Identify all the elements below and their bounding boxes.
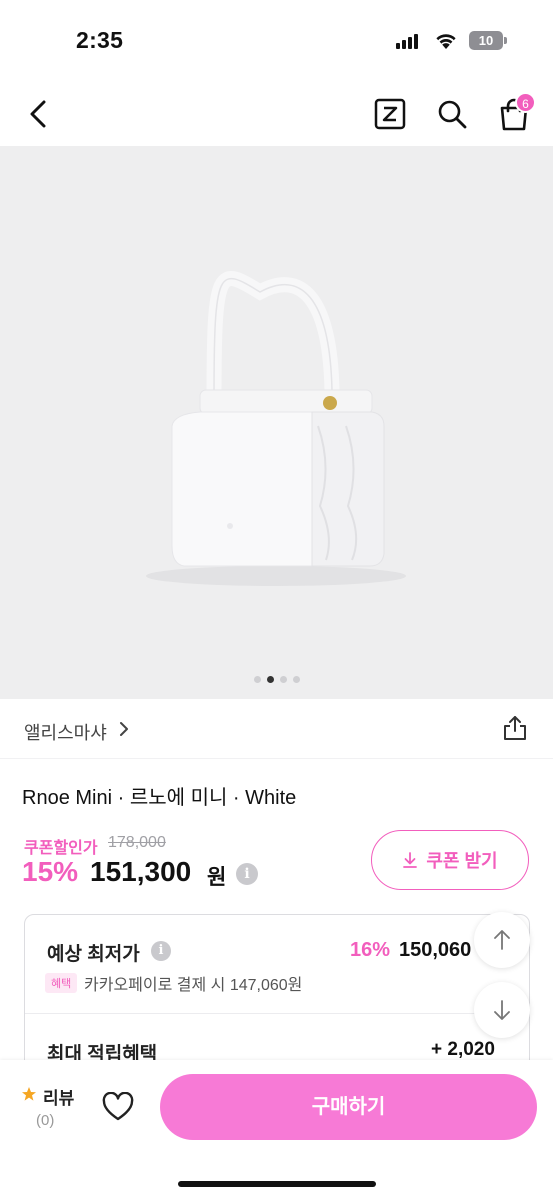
back-chevron-icon[interactable] [24, 96, 54, 132]
lowest-price-rate: 16% [350, 939, 391, 961]
sale-price: 151,300 [90, 856, 192, 887]
original-price: 178,000 [108, 834, 166, 851]
brand-row[interactable]: 앨리스마샤 [0, 699, 553, 759]
points-value: + 2,020 [431, 1039, 495, 1060]
top-nav-bar [0, 82, 553, 146]
signal-icon [396, 33, 418, 49]
status-bar: 2:35 10 [0, 0, 553, 80]
lowest-price-info-icon[interactable]: i [151, 941, 171, 961]
divider [25, 1013, 529, 1014]
coupon-button-label: 쿠폰 받기 [426, 851, 498, 871]
arrow-down-icon [494, 1000, 510, 1020]
share-icon[interactable] [502, 714, 528, 742]
coupon-download-button[interactable]: 쿠폰 받기 [371, 830, 529, 890]
review-count: (0) [36, 1112, 55, 1129]
scroll-up-button[interactable] [474, 912, 530, 968]
image-pagination[interactable] [0, 676, 553, 683]
divider [0, 758, 553, 759]
buy-button[interactable]: 구매하기 [160, 1074, 537, 1140]
pagination-dot-active[interactable] [266, 676, 274, 683]
arrow-up-icon [494, 930, 510, 950]
benefit-tag: 혜택 [45, 973, 78, 993]
z-box-icon[interactable] [374, 98, 406, 130]
pagination-dot[interactable] [279, 676, 287, 683]
handbag-image [146, 271, 406, 586]
pagination-dot[interactable] [253, 676, 261, 683]
lowest-price-label: 예상 최저가 [47, 944, 140, 965]
product-image[interactable] [0, 146, 553, 699]
product-title: Rnoe Mini · 르노에 미니 · White [22, 787, 297, 809]
price-info-icon[interactable]: i [236, 863, 258, 885]
currency-unit: 원 [207, 866, 227, 889]
cart-count-badge: 6 [515, 92, 536, 113]
brand-name[interactable]: 앨리스마샤 [24, 719, 107, 745]
heart-icon[interactable] [102, 1092, 134, 1122]
coupon-price-label: 쿠폰할인가 [24, 840, 98, 857]
chevron-right-icon [120, 722, 128, 736]
pagination-dot[interactable] [292, 676, 300, 683]
discount-rate: 15% [22, 856, 79, 887]
battery-icon: 10 [469, 31, 507, 50]
wifi-icon [436, 34, 456, 49]
download-icon [403, 852, 418, 868]
lowest-price-value: 150,060 [399, 939, 472, 961]
home-indicator [178, 1181, 376, 1187]
star-icon [22, 1087, 36, 1101]
battery-level: 10 [469, 31, 503, 50]
status-time: 2:35 [76, 27, 124, 53]
search-icon[interactable] [436, 98, 468, 130]
scroll-down-button[interactable] [474, 982, 530, 1038]
bottom-action-bar: 리뷰 (0) 구매하기 [0, 1060, 553, 1200]
kakaopay-benefit-text: 카카오페이로 결제 시 147,060원 [84, 977, 303, 994]
review-label[interactable]: 리뷰 [43, 1084, 74, 1109]
